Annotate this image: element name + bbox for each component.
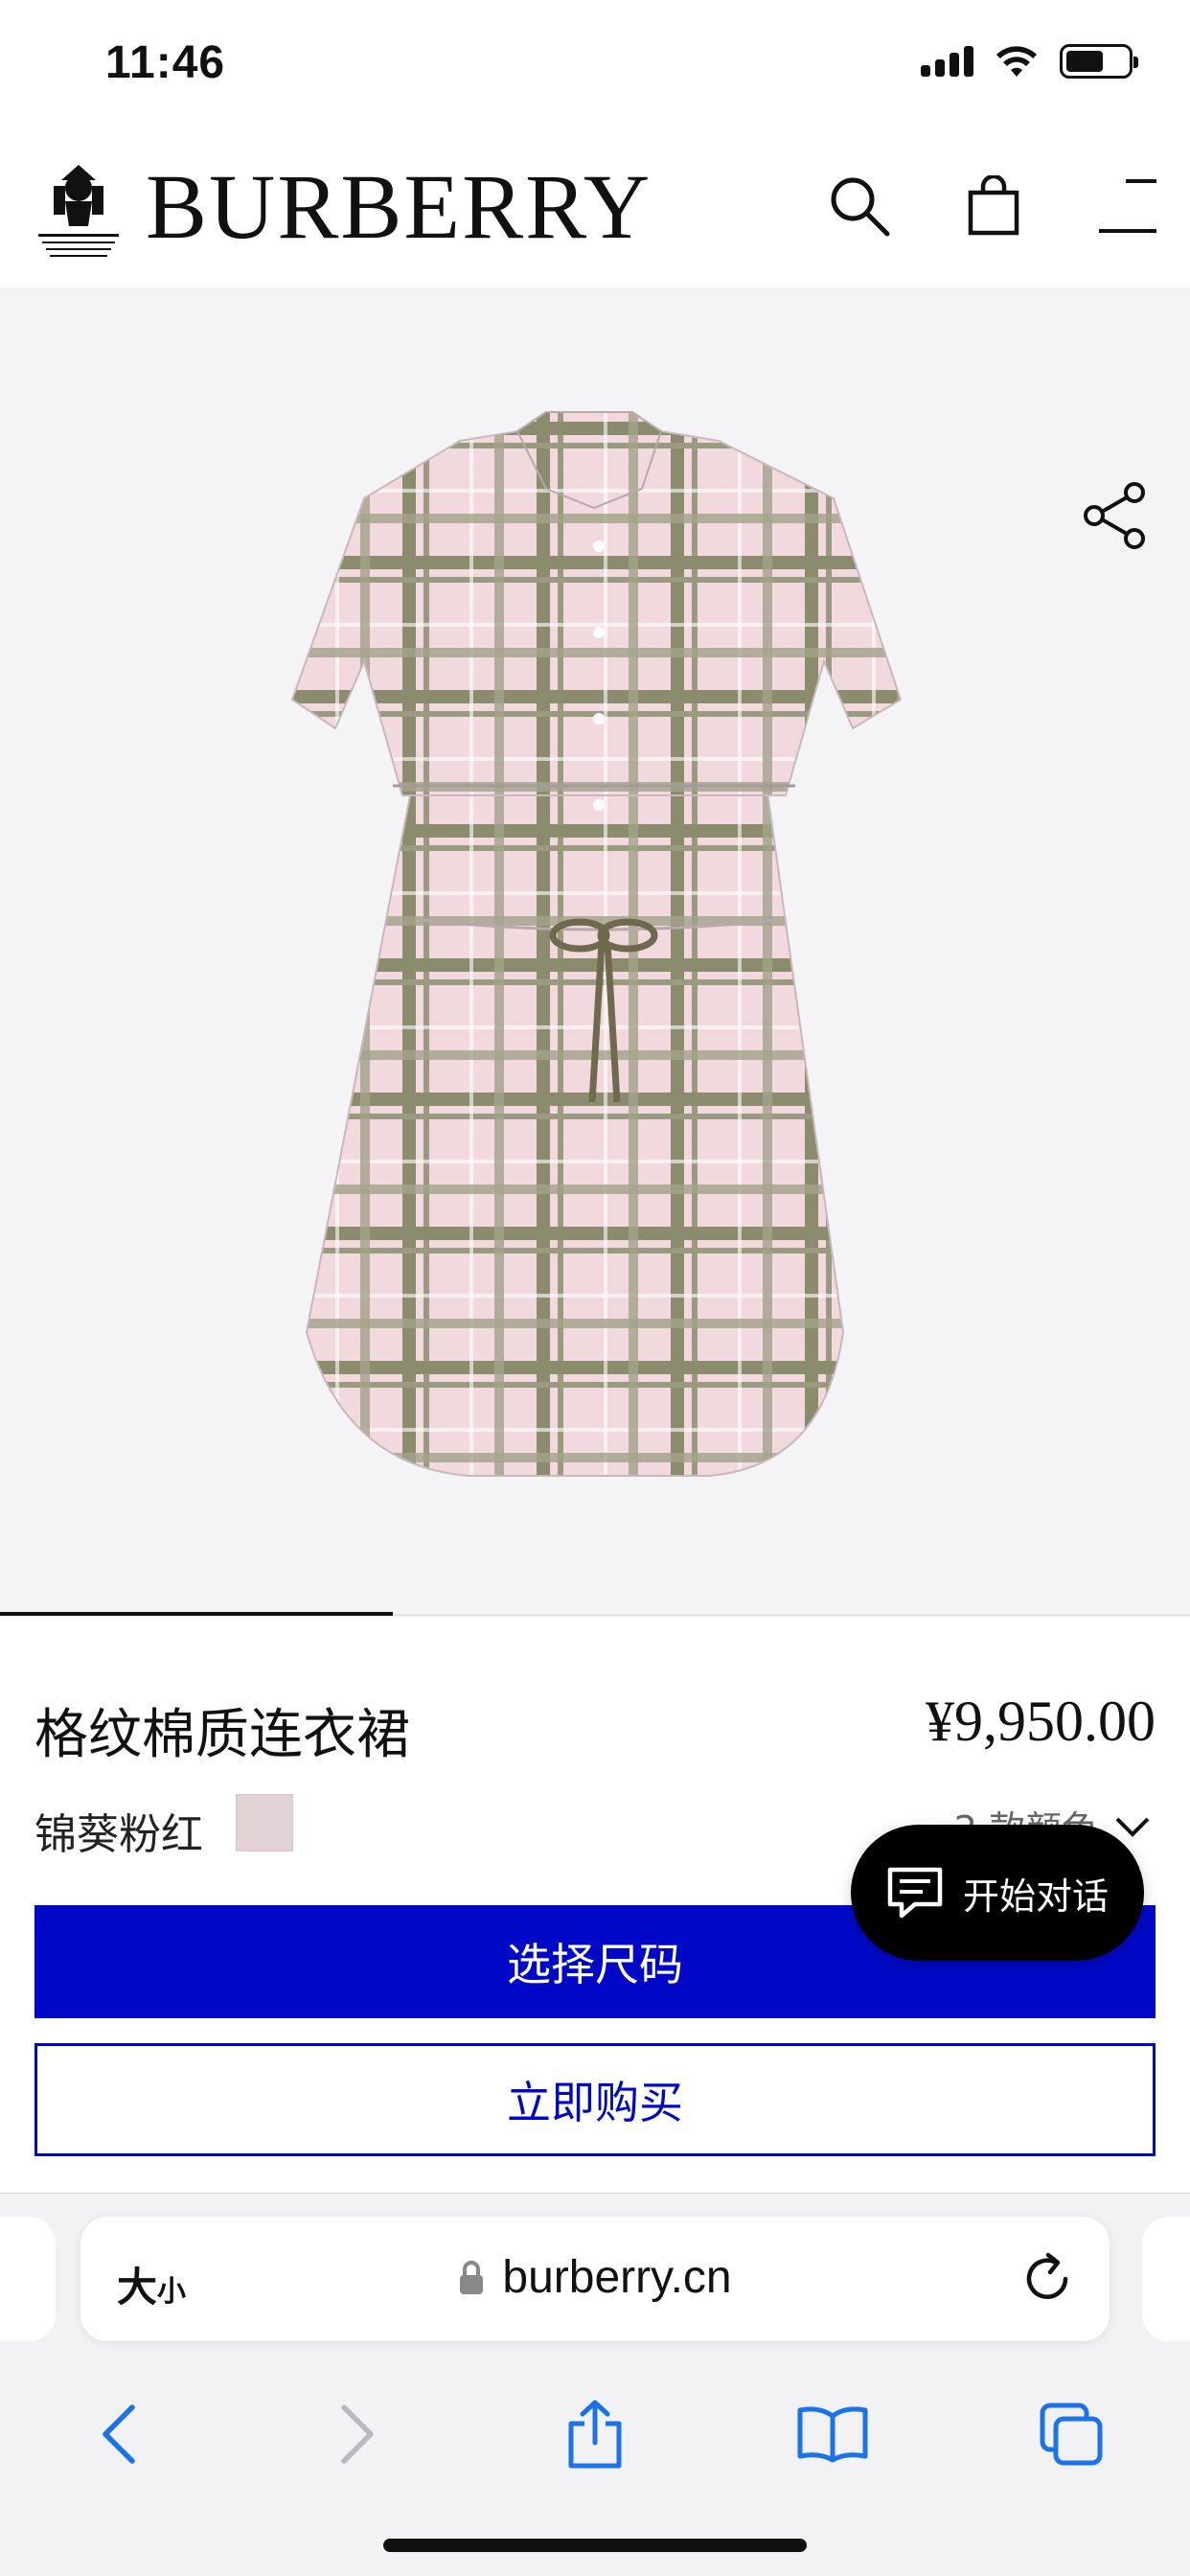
- menu-icon: [1099, 179, 1156, 233]
- start-chat-label: 开始对话: [962, 1874, 1109, 1918]
- next-tab-peek[interactable]: [1142, 2217, 1190, 2341]
- book-icon: [797, 2406, 868, 2463]
- color-swatch[interactable]: [236, 1794, 293, 1852]
- share-sheet-button[interactable]: [557, 2396, 633, 2472]
- start-chat-button[interactable]: 开始对话: [851, 1825, 1144, 1961]
- product-price: ¥9,950.00: [926, 1690, 1156, 1753]
- menu-button[interactable]: [1094, 172, 1161, 240]
- brand-logo[interactable]: BURBERRY: [146, 161, 652, 253]
- shopping-bag-button[interactable]: [960, 172, 1027, 240]
- share-button[interactable]: [1079, 479, 1152, 552]
- cellular-signal-icon: [921, 46, 973, 77]
- url-domain: burberry.cn: [502, 2252, 732, 2303]
- address-bar[interactable]: 大小 burberry.cn: [80, 2217, 1110, 2341]
- wifi-icon: [996, 46, 1037, 77]
- carousel-progress-indicator: [0, 1612, 393, 1616]
- battery-icon: [1060, 44, 1138, 79]
- product-name: 格纹棉质连衣裙: [34, 1704, 410, 1766]
- product-photo: [290, 411, 903, 1477]
- royal-warrant-crest-icon[interactable]: [33, 159, 125, 264]
- share-sheet-icon: [568, 2400, 622, 2469]
- product-image-carousel[interactable]: [0, 288, 1190, 1618]
- browser-toolbar: [0, 2381, 1190, 2487]
- buy-now-button[interactable]: 立即购买: [34, 2043, 1156, 2156]
- header-actions: [826, 172, 1161, 240]
- status-bar: 11:46: [0, 0, 1190, 134]
- browser-chrome: 大小 burberry.cn: [0, 2193, 1190, 2576]
- lock-icon: [460, 2260, 484, 2294]
- share-icon: [1084, 482, 1145, 549]
- forward-button[interactable]: [319, 2396, 396, 2472]
- chevron-down-icon: [1115, 1817, 1150, 1837]
- back-button[interactable]: [80, 2396, 157, 2472]
- site-header: BURBERRY: [0, 134, 1190, 288]
- chevron-right-icon: [340, 2404, 374, 2464]
- url-display: burberry.cn: [80, 2251, 1110, 2304]
- status-time: 11:46: [105, 37, 226, 88]
- chevron-left-icon: [103, 2404, 135, 2464]
- search-button[interactable]: [826, 172, 893, 240]
- tabs-button[interactable]: [1033, 2396, 1110, 2472]
- selected-color-name: 锦葵粉红: [34, 1810, 203, 1859]
- home-indicator[interactable]: [383, 2539, 807, 2552]
- reload-icon[interactable]: [1019, 2251, 1075, 2307]
- chat-icon: [887, 1867, 943, 1919]
- shopping-bag-icon: [968, 175, 1019, 236]
- bookmarks-button[interactable]: [794, 2396, 871, 2472]
- tabs-icon: [1040, 2403, 1103, 2466]
- search-icon: [831, 177, 890, 237]
- previous-tab-peek[interactable]: [0, 2217, 56, 2341]
- status-icons: [921, 44, 1138, 79]
